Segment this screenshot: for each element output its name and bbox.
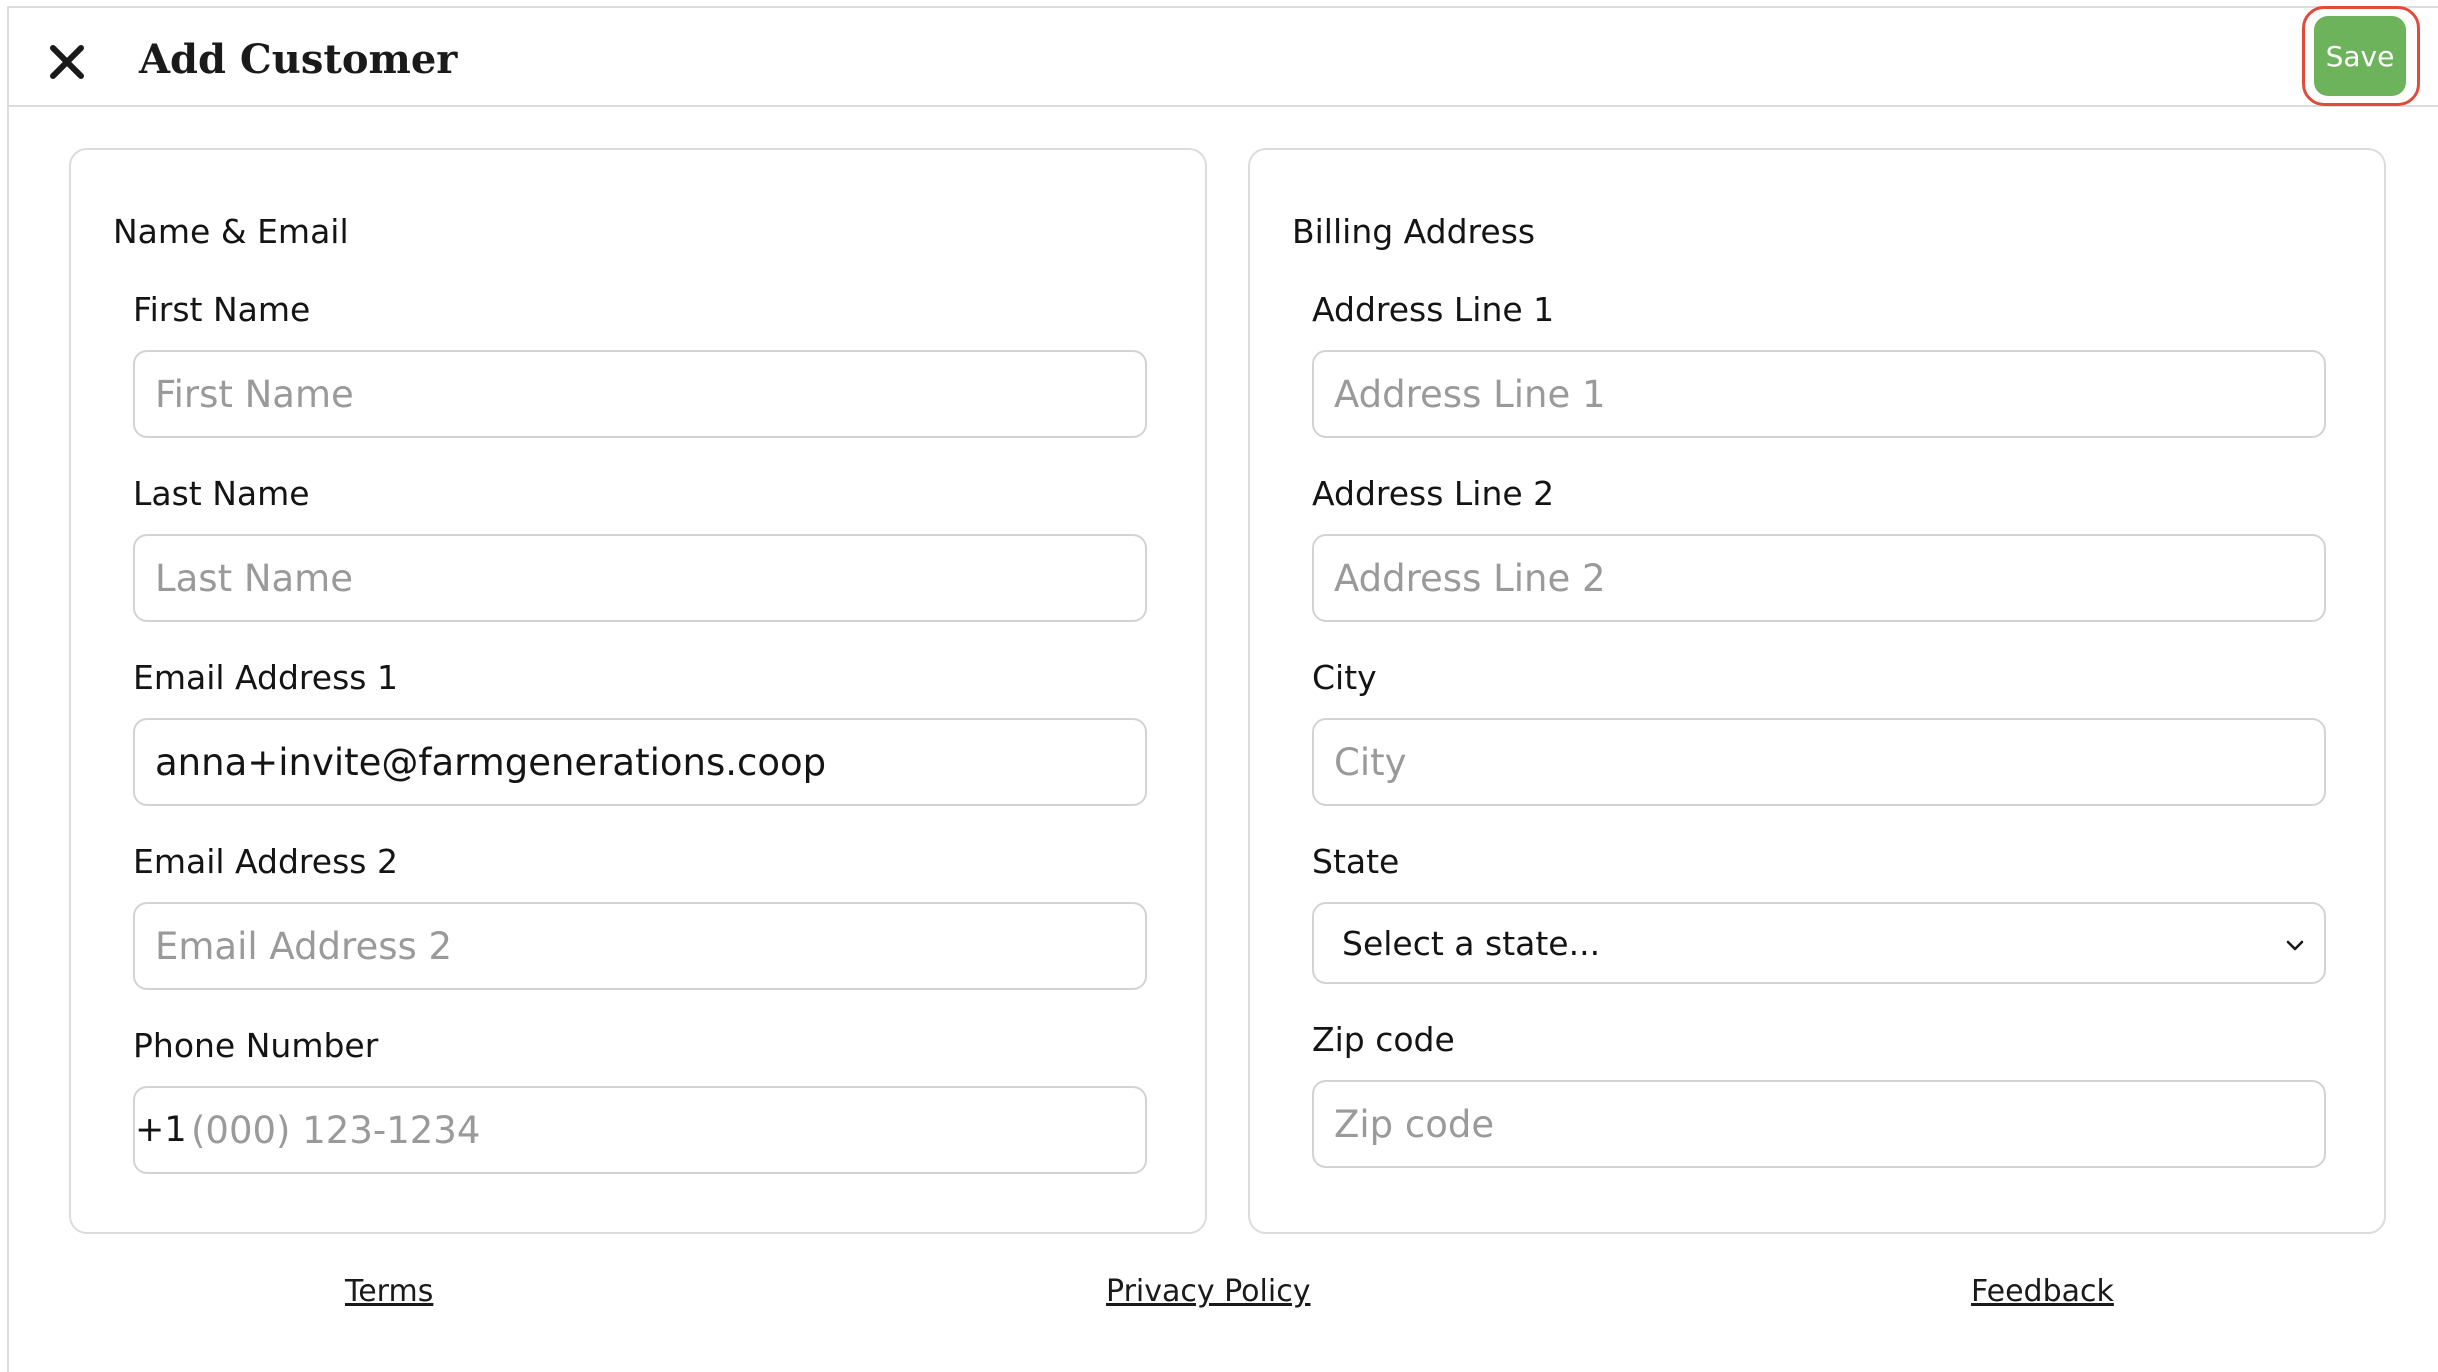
- state-select[interactable]: Select a state...: [1312, 902, 2326, 984]
- name-email-title: Name & Email: [113, 212, 349, 251]
- last-name-label: Last Name: [133, 474, 310, 513]
- address1-label: Address Line 1: [1312, 290, 1555, 329]
- email2-input[interactable]: [133, 902, 1147, 990]
- page-title: Add Customer: [139, 36, 458, 83]
- city-input[interactable]: [1312, 718, 2326, 806]
- phone-label: Phone Number: [133, 1026, 379, 1065]
- address2-label: Address Line 2: [1312, 474, 1555, 513]
- phone-country-code: +1: [135, 1110, 187, 1150]
- phone-field: +1: [133, 1086, 1147, 1174]
- name-email-card: Name & Email First Name Last Name Email …: [69, 148, 1207, 1234]
- close-button[interactable]: [47, 42, 87, 82]
- close-icon: [50, 45, 84, 79]
- billing-address-title: Billing Address: [1292, 212, 1536, 251]
- header-bar: Add Customer: [7, 6, 2438, 107]
- email2-label: Email Address 2: [133, 842, 398, 881]
- email1-label: Email Address 1: [133, 658, 398, 697]
- feedback-link[interactable]: Feedback: [1971, 1272, 2114, 1312]
- zip-label: Zip code: [1312, 1020, 1455, 1059]
- billing-address-card: Billing Address Address Line 1 Address L…: [1248, 148, 2386, 1234]
- state-select-value: Select a state...: [1342, 924, 1601, 963]
- privacy-policy-link[interactable]: Privacy Policy: [1106, 1272, 1310, 1312]
- phone-input[interactable]: [191, 1092, 1131, 1168]
- address1-input[interactable]: [1312, 350, 2326, 438]
- last-name-input[interactable]: [133, 534, 1147, 622]
- city-label: City: [1312, 658, 1377, 697]
- first-name-input[interactable]: [133, 350, 1147, 438]
- chevron-down-icon: [2286, 940, 2304, 951]
- save-button[interactable]: Save: [2314, 16, 2406, 96]
- address2-input[interactable]: [1312, 534, 2326, 622]
- terms-link[interactable]: Terms: [345, 1272, 433, 1312]
- zip-input[interactable]: [1312, 1080, 2326, 1168]
- first-name-label: First Name: [133, 290, 311, 329]
- email1-input[interactable]: [133, 718, 1147, 806]
- state-label: State: [1312, 842, 1400, 881]
